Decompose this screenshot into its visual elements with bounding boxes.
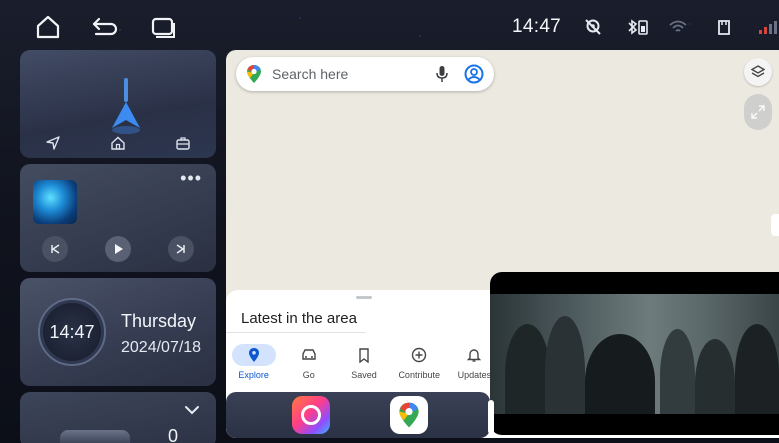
chevron-down-icon[interactable] (184, 402, 200, 420)
album-art[interactable] (33, 180, 77, 224)
tab-label: Explore (238, 370, 269, 380)
sd-card-icon (714, 17, 734, 37)
analog-clock-dial: 14:47 (38, 298, 106, 366)
side-panel-handle[interactable] (771, 214, 779, 236)
camera-lens-icon (301, 405, 321, 425)
tab-explore[interactable]: Explore (226, 340, 281, 384)
search-input[interactable]: Search here (272, 66, 348, 82)
tab-contribute[interactable]: Contribute (392, 340, 447, 384)
signal-icon (757, 17, 779, 37)
play-button[interactable] (105, 236, 131, 262)
clock-widget-date: 2024/07/18 (121, 339, 202, 356)
microphone-icon[interactable] (436, 65, 448, 83)
sheet-drag-handle[interactable] (356, 296, 372, 299)
camera-app-icon[interactable] (292, 396, 330, 434)
sheet-title: Latest in the area (241, 310, 357, 327)
tab-go[interactable]: Go (281, 340, 336, 384)
tab-saved[interactable]: Saved (336, 340, 391, 384)
home-icon[interactable] (33, 12, 63, 42)
tab-label: Contribute (398, 370, 440, 380)
clock-widget-time: 14:47 (49, 322, 95, 342)
car-icon (287, 344, 331, 366)
divider (226, 332, 366, 333)
clock-widget[interactable]: 14:47 Thursday 2024/07/18 (20, 278, 216, 386)
expand-icon[interactable] (744, 94, 772, 130)
status-bar: 14:47 (0, 0, 779, 50)
maps-bottom-nav: Explore Go Saved Contribute Updates (226, 340, 502, 384)
clock-widget-day: Thursday (121, 311, 197, 331)
bookmark-icon (342, 344, 386, 366)
bluetooth-battery-icon (625, 17, 651, 37)
status-clock: 14:47 (512, 16, 562, 37)
app-dock (226, 392, 494, 438)
tab-label: Updates (457, 370, 492, 380)
next-track-button[interactable] (168, 236, 194, 262)
previous-track-button[interactable] (42, 236, 68, 262)
maps-app-icon[interactable] (390, 396, 428, 434)
vehicle-value: 0 (167, 426, 178, 443)
maps-logo-icon (399, 402, 419, 428)
maps-pin-icon (247, 65, 261, 83)
work-icon[interactable] (173, 134, 193, 152)
account-icon[interactable] (464, 64, 484, 84)
location-off-icon (583, 17, 603, 37)
dock-app-edge[interactable] (488, 400, 494, 434)
add-circle-icon (397, 344, 441, 366)
layers-icon[interactable] (744, 58, 772, 86)
back-icon[interactable] (90, 12, 120, 42)
video-frame (490, 294, 779, 414)
home-icon[interactable] (108, 134, 128, 152)
navigation-arrow-icon (112, 78, 140, 134)
music-widget[interactable]: ••• (20, 164, 216, 272)
pip-video-player[interactable] (490, 272, 779, 435)
location-pin-icon (231, 344, 276, 366)
tab-label: Saved (351, 370, 377, 380)
search-bar[interactable]: Search here (236, 57, 494, 91)
recents-icon[interactable] (149, 12, 179, 42)
tab-label: Go (302, 370, 315, 380)
navigation-widget[interactable] (20, 50, 216, 158)
more-options-icon[interactable]: ••• (180, 168, 202, 189)
vehicle-widget[interactable]: 0 (20, 392, 216, 443)
navigate-icon[interactable] (43, 134, 63, 152)
car-icon (60, 430, 130, 443)
wifi-icon (668, 17, 688, 37)
